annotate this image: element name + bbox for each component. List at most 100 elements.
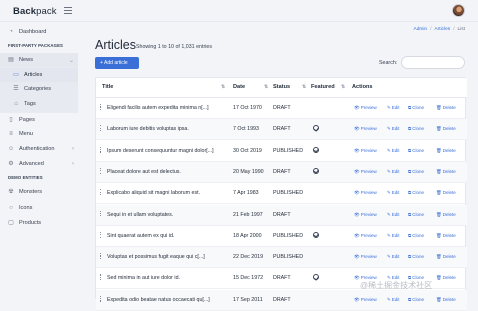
clone-button[interactable]: ⧉Clone (408, 148, 424, 153)
cell-status: DRAFT (273, 126, 291, 133)
column-date[interactable]: Date (233, 84, 245, 90)
breadcrumb-admin[interactable]: Admin (414, 27, 428, 32)
sidebar-item-menu[interactable]: ≡ Menu (0, 127, 78, 141)
cell-status: DRAFT (273, 105, 291, 111)
cell-date: 7 Oct 1993 (233, 126, 259, 133)
breadcrumb-articles[interactable]: Articles (434, 27, 450, 32)
cell-date: 22 Dec 2019 (233, 254, 264, 261)
cell-status: PUBLISHED (273, 190, 304, 197)
sidebar-item-icons[interactable]: ○ Icons (0, 201, 78, 215)
clone-button[interactable]: ⧉Clone (408, 105, 424, 110)
drag-handle-icon[interactable] (100, 253, 102, 260)
search-input[interactable] (401, 56, 465, 69)
drag-handle-icon[interactable] (100, 167, 102, 175)
edit-icon: ✎ (387, 168, 391, 174)
edit-button[interactable]: ✎Edit (387, 212, 400, 218)
cell-title: Voluptas et possimus fugit eaque qui c[.… (107, 254, 205, 261)
drag-handle-icon[interactable] (100, 189, 102, 196)
brand-logo[interactable]: Backpack (13, 6, 57, 17)
drag-handle-icon[interactable] (100, 146, 102, 154)
sidebar-item-tags[interactable]: ⌂ Tags (0, 97, 78, 111)
column-title[interactable]: Title (102, 84, 113, 90)
sidebar-item-articles[interactable]: ▭ Articles (0, 68, 78, 82)
sort-icon[interactable]: ⇅ (302, 84, 306, 90)
drag-handle-icon[interactable] (100, 295, 102, 303)
sidebar-item-pages[interactable]: ▯ Pages (0, 113, 78, 127)
users-icon: ☺ (8, 146, 15, 152)
preview-button[interactable]: 👁Preview (354, 212, 377, 218)
sidebar-item-categories[interactable]: ☰ Categories (0, 82, 78, 96)
trash-icon: 🗑 (436, 211, 442, 217)
cell-status: PUBLISHED (273, 232, 304, 239)
preview-button[interactable]: 👁Preview (354, 169, 377, 175)
clone-button[interactable]: ⧉Clone (408, 233, 424, 238)
clone-icon: ⧉ (408, 296, 412, 302)
delete-button[interactable]: 🗑Delete (436, 148, 456, 154)
preview-button[interactable]: 👁Preview (354, 126, 377, 132)
edit-button[interactable]: ✎Edit (387, 126, 400, 132)
section-first-party: FIRST-PARTY PACKAGES (8, 43, 63, 48)
sidebar-item-authentication[interactable]: ☺ Authentication ‹ (0, 142, 78, 156)
edit-icon: ✎ (387, 232, 391, 238)
drag-handle-icon[interactable] (100, 231, 102, 239)
delete-button[interactable]: 🗑Delete (436, 126, 456, 132)
delete-button[interactable]: 🗑Delete (436, 212, 456, 218)
cell-title: Expedita odio beatae natus occaecati qu[… (107, 296, 210, 303)
delete-button[interactable]: 🗑Delete (436, 275, 456, 281)
edit-button[interactable]: ✎Edit (387, 233, 400, 239)
cell-title: Ipsum deserunt consequuntur magni dolor[… (107, 147, 214, 154)
delete-button[interactable]: 🗑Delete (436, 169, 456, 175)
trash-icon: 🗑 (436, 147, 442, 153)
hamburger-menu-icon[interactable] (64, 7, 72, 14)
table-header: Title ⇅ Date ⇅ Status ⇅ Featured ⇅ Actio… (96, 78, 467, 98)
preview-button[interactable]: 👁Preview (354, 148, 377, 154)
edit-button[interactable]: ✎Edit (387, 105, 400, 111)
add-article-button[interactable]: + Add article (95, 57, 139, 69)
trash-icon: 🗑 (436, 232, 442, 238)
preview-button[interactable]: 👁Preview (354, 254, 377, 260)
entries-count: Showing 1 to 10 of 1,031 entries (136, 44, 212, 50)
delete-button[interactable]: 🗑Delete (436, 233, 456, 239)
sort-icon[interactable]: ⇅ (221, 84, 225, 90)
drag-handle-icon[interactable] (100, 125, 102, 132)
sidebar-item-products[interactable]: ▢ Products (0, 216, 78, 230)
eye-icon: 👁 (354, 126, 360, 132)
sidebar: ◔ Dashboard FIRST-PARTY PACKAGES ▤ News ⌄ ▭… (0, 22, 78, 299)
edit-button[interactable]: ✎Edit (387, 169, 400, 175)
clone-button[interactable]: ⧉Clone (408, 190, 424, 195)
delete-button[interactable]: 🗑Delete (436, 297, 456, 303)
clone-button[interactable]: ⧉Clone (408, 126, 424, 131)
clone-button[interactable]: ⧉Clone (408, 169, 424, 174)
clone-button[interactable]: ⧉Clone (408, 254, 424, 259)
sidebar-item-advanced[interactable]: ⚙ Advanced ‹ (0, 157, 78, 171)
drag-handle-icon[interactable] (100, 210, 102, 218)
sort-icon[interactable]: ⇅ (341, 84, 345, 90)
preview-button[interactable]: 👁Preview (354, 190, 377, 196)
edit-button[interactable]: ✎Edit (387, 254, 400, 260)
preview-button[interactable]: 👁Preview (354, 233, 377, 239)
drag-handle-icon[interactable] (100, 274, 102, 281)
check-circle-icon (313, 125, 319, 132)
table-row: Expedita odio beatae natus occaecati qu[… (96, 289, 467, 311)
column-featured[interactable]: Featured (311, 84, 335, 90)
clone-icon: ⧉ (408, 168, 412, 174)
clone-button[interactable]: ⧉Clone (408, 297, 424, 302)
drag-handle-icon[interactable] (100, 104, 102, 111)
eye-icon: 👁 (354, 232, 360, 238)
sidebar-item-dashboard[interactable]: ◔ Dashboard (0, 25, 78, 39)
sidebar-item-monsters[interactable]: ☢ Monsters (0, 185, 78, 199)
column-status[interactable]: Status (273, 84, 290, 90)
edit-button[interactable]: ✎Edit (387, 190, 400, 196)
preview-button[interactable]: 👁Preview (354, 297, 377, 303)
edit-button[interactable]: ✎Edit (387, 297, 400, 303)
sort-icon[interactable]: ⇅ (264, 84, 268, 90)
delete-button[interactable]: 🗑Delete (436, 254, 456, 260)
clone-button[interactable]: ⧉Clone (408, 212, 424, 217)
delete-button[interactable]: 🗑Delete (436, 105, 456, 111)
clone-icon: ⧉ (408, 126, 412, 132)
preview-button[interactable]: 👁Preview (354, 105, 377, 111)
sidebar-item-news[interactable]: ▤ News ⌄ (0, 53, 78, 67)
user-avatar[interactable] (452, 4, 465, 17)
edit-button[interactable]: ✎Edit (387, 148, 400, 154)
delete-button[interactable]: 🗑Delete (436, 190, 456, 196)
